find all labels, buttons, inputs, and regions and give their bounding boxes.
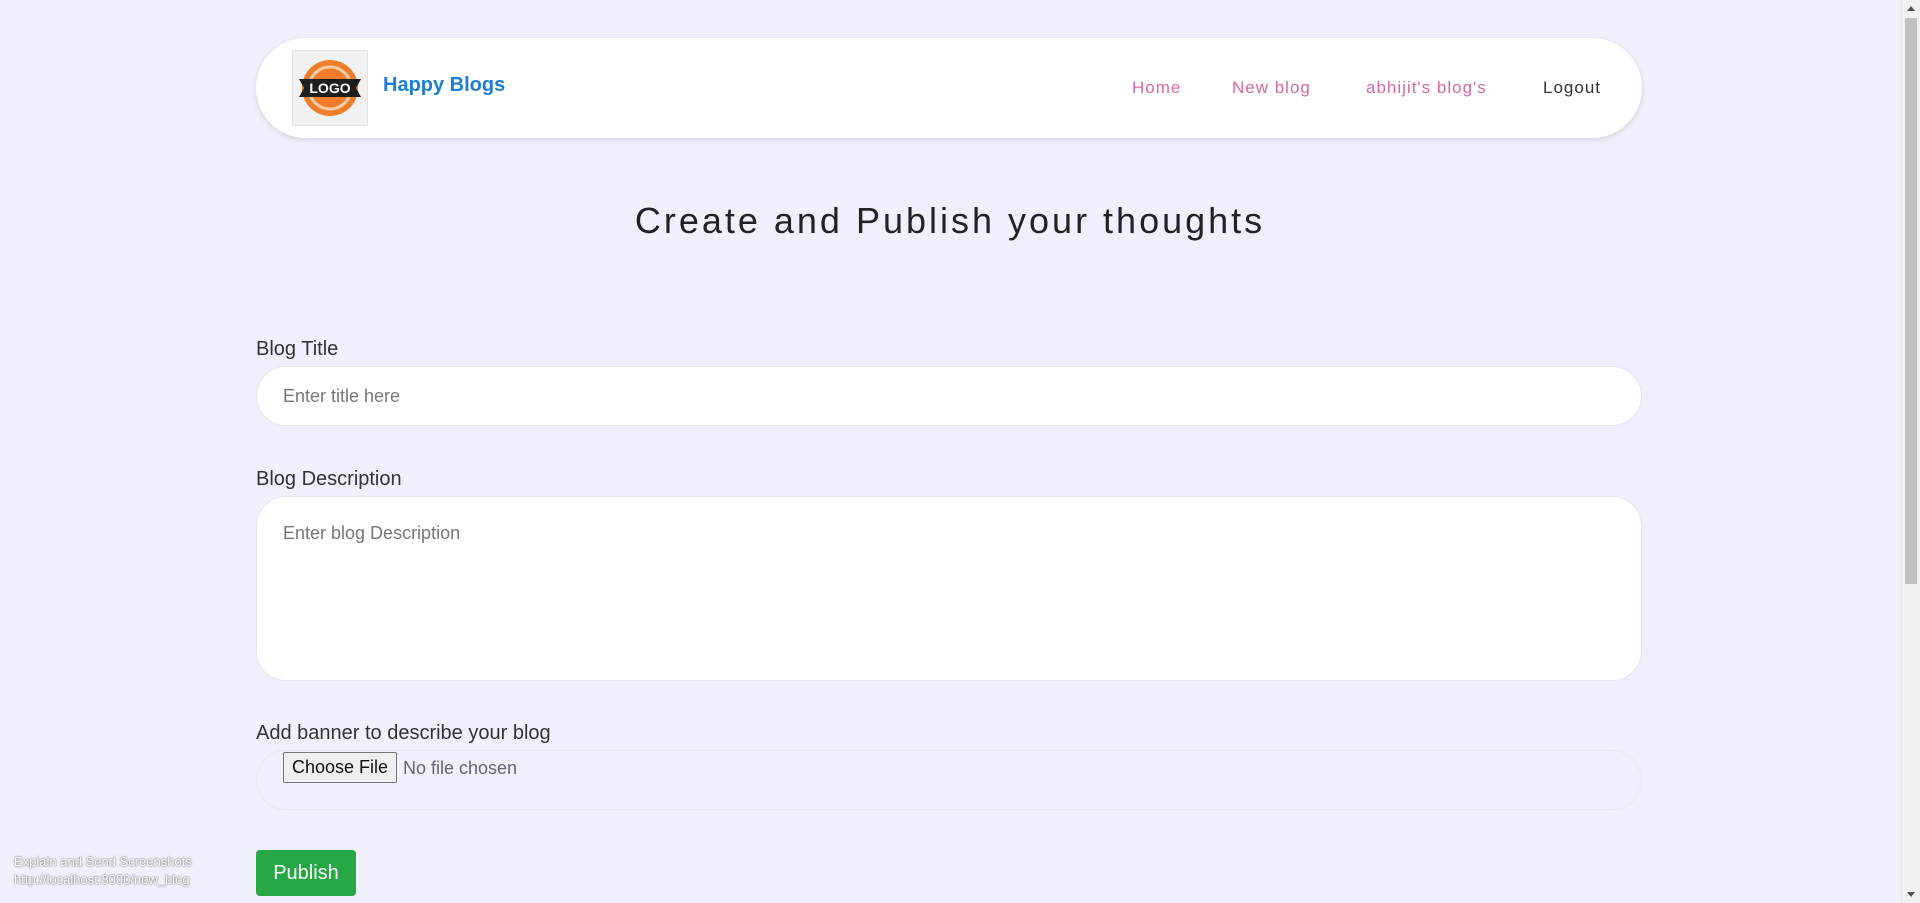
banner-file-input: Choose File No file chosen <box>256 750 1642 810</box>
blog-title-label: Blog Title <box>256 338 339 360</box>
overlay-line-1: Explain and Send Screenshots <box>14 854 192 869</box>
page: LOGO Happy Blogs Home New blog abhijit's… <box>0 0 1920 903</box>
brand-name[interactable]: Happy Blogs <box>383 74 505 97</box>
page-title: Create and Publish your thoughts <box>634 200 1266 241</box>
scroll-up-arrow-icon[interactable] <box>1907 6 1915 11</box>
banner-label: Add banner to describe your blog <box>256 722 551 744</box>
scroll-thumb[interactable] <box>1905 18 1917 584</box>
logo[interactable]: LOGO <box>292 50 368 126</box>
nav-new-blog[interactable]: New blog <box>1232 78 1311 98</box>
nav-home[interactable]: Home <box>1132 78 1181 98</box>
navbar: LOGO Happy Blogs Home New blog abhijit's… <box>256 38 1642 138</box>
blog-title-input[interactable] <box>256 366 1642 426</box>
choose-file-button[interactable]: Choose File <box>283 752 397 783</box>
blog-description-input[interactable] <box>256 496 1642 681</box>
logo-text: LOGO <box>309 80 350 96</box>
file-status-text: No file chosen <box>403 758 518 778</box>
publish-button[interactable]: Publish <box>256 850 356 896</box>
screenshot-overlay: Explain and Send Screenshots http://loca… <box>14 853 192 889</box>
scroll-down-arrow-icon[interactable] <box>1907 892 1915 897</box>
vertical-scrollbar[interactable] <box>1901 0 1920 903</box>
logo-badge-icon: LOGO <box>299 60 361 116</box>
nav-user-blogs[interactable]: abhijit's blog's <box>1366 78 1487 98</box>
overlay-url: http://localhost:8000/new_blog <box>14 872 190 887</box>
nav-logout[interactable]: Logout <box>1543 78 1601 98</box>
blog-description-label: Blog Description <box>256 468 402 490</box>
